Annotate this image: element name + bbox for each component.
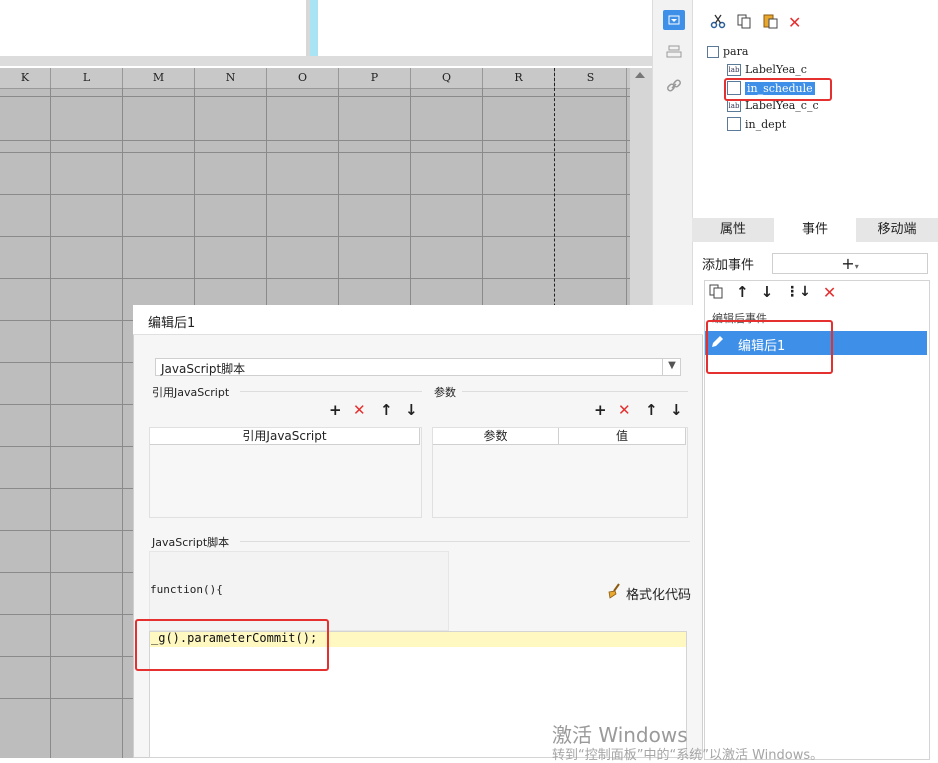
tree-item-labelyea-c[interactable]: lab LabelYea_c <box>727 63 807 76</box>
ref-js-section-label: 引用JavaScript <box>152 386 230 399</box>
tab-mobile[interactable]: 移动端 <box>856 218 938 242</box>
column-header-q[interactable]: Q <box>411 68 483 88</box>
copy-icon[interactable] <box>736 13 752 32</box>
link-icon[interactable] <box>663 76 685 96</box>
delete-icon[interactable]: ✕ <box>788 13 801 32</box>
column-header-o[interactable]: O <box>267 68 339 88</box>
column-header-m[interactable]: M <box>123 68 195 88</box>
broom-icon <box>606 583 622 603</box>
script-section-label: JavaScript脚本 <box>152 536 230 549</box>
grid-line <box>122 88 123 758</box>
move-bottom-icon[interactable]: ⋮↓ <box>785 284 811 300</box>
panel-tabs: 属性 事件 移动端 <box>692 218 938 242</box>
add-icon[interactable]: + <box>329 402 342 418</box>
highlight-box <box>135 619 329 671</box>
column-header-p[interactable]: P <box>339 68 411 88</box>
column-header-k[interactable]: K <box>0 68 51 88</box>
move-down-icon[interactable]: ↓ <box>405 402 418 418</box>
param-table-header-value: 值 <box>559 428 686 445</box>
tree-item-label: in_dept <box>745 117 787 131</box>
field-widget-icon <box>727 117 741 131</box>
move-up-icon[interactable]: ↑ <box>736 283 749 301</box>
column-header-n[interactable]: N <box>195 68 267 88</box>
tree-item-in-dept[interactable]: in_dept <box>727 117 786 131</box>
dialog-title: 编辑后1 <box>148 316 196 331</box>
copy-icon[interactable] <box>708 283 724 302</box>
format-code-button[interactable]: 格式化代码 <box>606 583 691 603</box>
paste-icon[interactable] <box>762 13 778 32</box>
tree-item-label: LabelYea_c <box>745 63 807 76</box>
chevron-down-icon[interactable]: ▼ <box>662 358 681 376</box>
scroll-up-icon[interactable] <box>635 72 645 78</box>
label-widget-icon: lab <box>727 99 741 112</box>
column-header-s[interactable]: S <box>555 68 627 88</box>
activation-watermark-text: 转到“控制面板”中的“系统”以激活 Windows。 <box>552 748 824 763</box>
ref-js-table-header: 引用JavaScript <box>150 428 420 445</box>
delete-icon[interactable]: ✕ <box>618 402 631 418</box>
add-icon[interactable]: + <box>594 402 607 418</box>
highlight-box <box>724 78 832 101</box>
cut-icon[interactable] <box>710 13 726 32</box>
tree-item-label: para <box>723 45 749 58</box>
add-event-label: 添加事件 <box>702 258 755 273</box>
param-table-header-name: 参数 <box>433 428 559 445</box>
section-divider <box>462 391 688 392</box>
script-type-value: JavaScript脚本 <box>161 362 246 376</box>
chevron-down-icon: ▾ <box>854 262 859 271</box>
column-header-r[interactable]: R <box>483 68 555 88</box>
delete-icon[interactable]: ✕ <box>353 402 366 418</box>
top-divider <box>0 56 652 66</box>
plus-icon: + <box>841 254 855 273</box>
tree-toolbar: ✕ <box>710 10 801 34</box>
widget-list-icon[interactable] <box>663 10 685 30</box>
delete-icon[interactable]: ✕ <box>823 283 836 302</box>
tree-item-root[interactable]: para <box>707 45 748 58</box>
move-down-icon[interactable]: ↓ <box>761 283 774 301</box>
move-up-icon[interactable]: ↑ <box>380 402 393 418</box>
move-down-icon[interactable]: ↓ <box>670 402 683 418</box>
label-widget-icon: lab <box>727 63 741 76</box>
section-divider <box>240 541 690 542</box>
event-toolbar: ↑ ↓ ⋮↓ ✕ <box>708 283 836 302</box>
section-divider <box>240 391 422 392</box>
format-code-label: 格式化代码 <box>626 587 692 603</box>
grid-line <box>50 88 51 758</box>
canvas-marker <box>310 0 318 58</box>
move-up-icon[interactable]: ↑ <box>645 402 658 418</box>
dialog-title-bar <box>133 305 703 335</box>
param-section-label: 参数 <box>434 386 456 399</box>
tab-properties[interactable]: 属性 <box>692 218 774 242</box>
layers-icon[interactable] <box>663 42 685 62</box>
highlight-box <box>706 320 833 374</box>
column-header-l[interactable]: L <box>51 68 123 88</box>
form-icon <box>707 45 719 58</box>
add-event-button[interactable]: +▾ <box>772 253 928 274</box>
tab-events[interactable]: 事件 <box>774 218 856 242</box>
function-signature: function(){ <box>150 583 223 596</box>
